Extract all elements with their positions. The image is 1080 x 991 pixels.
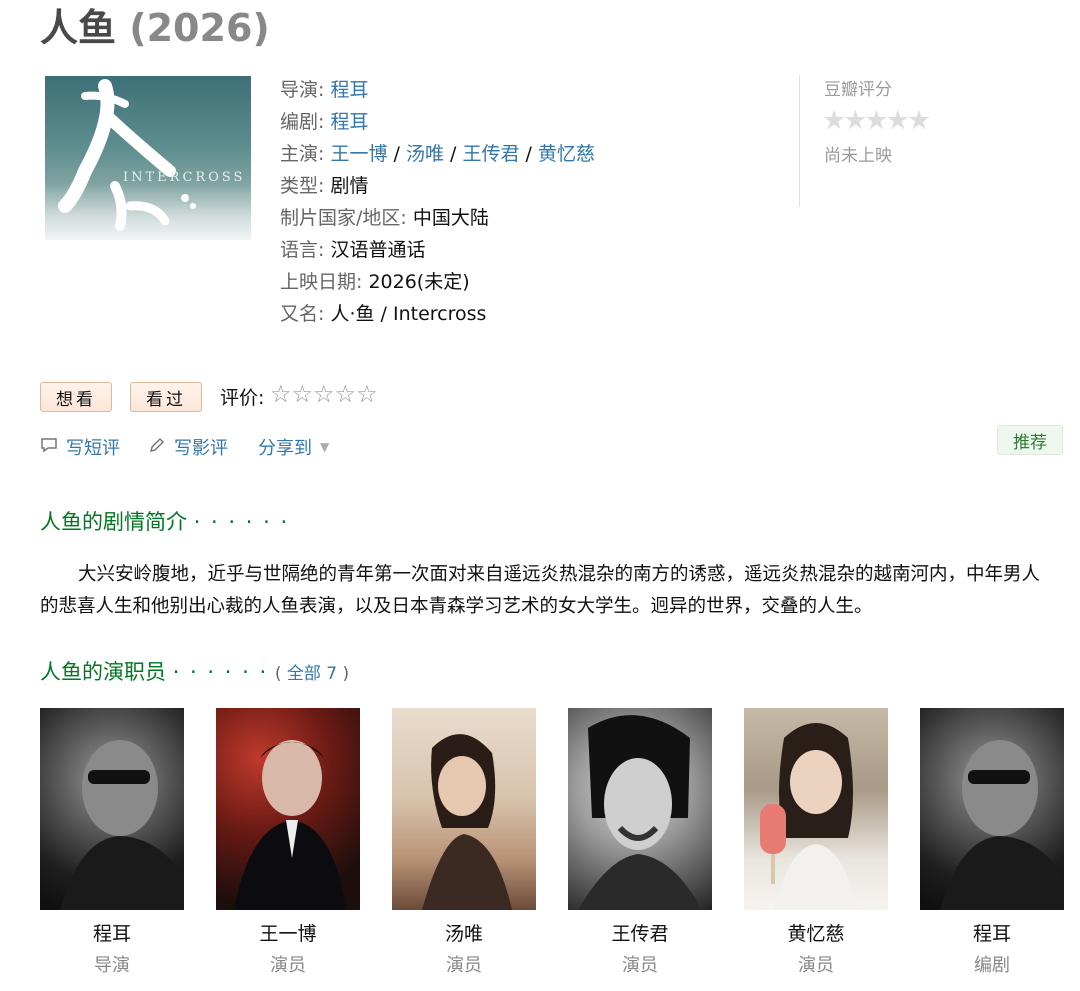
douban-rating-box: 豆瓣评分 ★★★★★ 尚未上映 [799,75,1030,207]
cast-separator: / [443,143,463,165]
poster-artwork [58,79,196,231]
write-review-label: 写影评 [174,438,228,459]
cast-photo[interactable] [40,708,184,910]
write-review-link[interactable]: 写影评 [148,434,228,460]
share-dropdown[interactable]: 分享到 ▼ [258,434,329,460]
cast-link-3[interactable]: 王传君 [462,143,519,165]
info-aka: 又名: 人·鱼 / Intercross [280,298,595,330]
cast-name[interactable]: 黄忆慈 [744,922,888,946]
rate-label: 评价: [220,387,265,409]
cast-card[interactable]: 程耳 导演 [40,708,184,978]
cast-name[interactable]: 程耳 [40,922,184,946]
summary-text: 大兴安岭腹地，近乎与世隔绝的青年第一次面对来自遥远炎热混杂的南方的诱惑，遥远炎热… [40,564,1041,617]
cast-role: 演员 [270,955,306,976]
cast-role: 导演 [94,955,130,976]
release-value: 2026(未定) [368,271,470,293]
aka-value: 人·鱼 / Intercross [330,303,487,325]
release-label: 上映日期: [280,271,369,293]
rating-status: 尚未上映 [824,146,892,166]
cast-role: 编剧 [974,955,1010,976]
cast-card[interactable]: 王传君 演员 [568,708,712,978]
director-label: 导演: [280,79,331,101]
rating-label: 豆瓣评分 [824,80,892,100]
recommend-button[interactable]: 推荐 [997,425,1063,455]
info-director: 导演: 程耳 [280,74,595,106]
share-label: 分享到 [258,438,312,459]
cast-link-4[interactable]: 黄忆慈 [538,143,595,165]
chevron-down-icon: ▼ [320,440,330,454]
cast-heading-text: 人鱼的演职员 [40,660,166,684]
summary-heading-text: 人鱼的剧情简介 [40,510,187,534]
cast-photo[interactable] [920,708,1064,910]
info-writer: 编剧: 程耳 [280,106,595,138]
cast-separator: / [387,143,406,165]
cast-photo[interactable] [744,708,888,910]
cast-link-1[interactable]: 王一博 [330,143,387,165]
genre-label: 类型: [280,175,331,197]
cast-separator: / [519,143,538,165]
summary-heading-dots: · · · · · · [193,510,290,534]
writer-label: 编剧: [280,111,331,133]
cast-name[interactable]: 王传君 [568,922,712,946]
country-label: 制片国家/地区: [280,207,413,229]
cast-photo[interactable] [568,708,712,910]
cast-heading-dots: · · · · · · [172,660,269,684]
language-label: 语言: [280,239,331,261]
info-genre: 类型: 剧情 [280,170,595,202]
cast-photo[interactable] [392,708,536,910]
aka-label: 又名: [280,303,331,325]
cast-name[interactable]: 王一博 [216,922,360,946]
want-to-watch-button[interactable]: 想看 [40,382,112,412]
cast-role: 演员 [798,955,834,976]
write-short-review-link[interactable]: 写短评 [40,434,120,460]
info-country: 制片国家/地区: 中国大陆 [280,202,595,234]
comment-icon [40,437,58,457]
page-title: 人鱼 (2026) [40,4,270,52]
cast-card[interactable]: 程耳 编剧 [920,708,1064,978]
rating-stars-icon: ★★★★★ [822,105,931,136]
summary-heading: 人鱼的剧情简介 · · · · · · [40,506,289,536]
info-cast: 主演: 王一博 / 汤唯 / 王传君 / 黄忆慈 [280,138,595,170]
writer-link[interactable]: 程耳 [330,111,368,133]
director-link[interactable]: 程耳 [330,79,368,101]
language-value: 汉语普通话 [330,239,426,261]
cast-role: 演员 [622,955,658,976]
cast-all-wrapper: ( 全部 7 ) [275,664,349,684]
cast-all-open: ( [274,664,287,684]
genre-value: 剧情 [330,175,369,197]
info-language: 语言: 汉语普通话 [280,234,595,266]
cast-card[interactable]: 汤唯 演员 [392,708,536,978]
country-value: 中国大陆 [412,207,489,229]
cast-label: 主演: [280,143,331,165]
cast-role: 演员 [446,955,482,976]
cast-heading: 人鱼的演职员 · · · · · · ( 全部 7 ) [40,656,349,686]
movie-title: 人鱼 [40,6,117,50]
movie-year: (2026) [129,6,270,50]
pencil-icon [148,436,166,458]
movie-poster[interactable]: INTERCROSS [45,76,251,240]
poster-subtitle: INTERCROSS [123,170,246,185]
cast-card[interactable]: 王一博 演员 [216,708,360,978]
rate-stars-input[interactable]: ☆☆☆☆☆ [270,380,378,408]
write-short-review-label: 写短评 [66,438,120,459]
cast-photo[interactable] [216,708,360,910]
cast-card[interactable]: 黄忆慈 演员 [744,708,888,978]
cast-name[interactable]: 汤唯 [392,922,536,946]
cast-name[interactable]: 程耳 [920,922,1064,946]
movie-info: 导演: 程耳 编剧: 程耳 主演: 王一博 / 汤唯 / 王传君 / 黄忆慈 类… [280,74,595,330]
watched-button[interactable]: 看过 [130,382,202,412]
cast-link-2[interactable]: 汤唯 [406,143,444,165]
cast-all-close: ) [337,664,350,684]
info-release: 上映日期: 2026(未定) [280,266,595,298]
cast-all-link[interactable]: 全部 7 [287,664,337,684]
